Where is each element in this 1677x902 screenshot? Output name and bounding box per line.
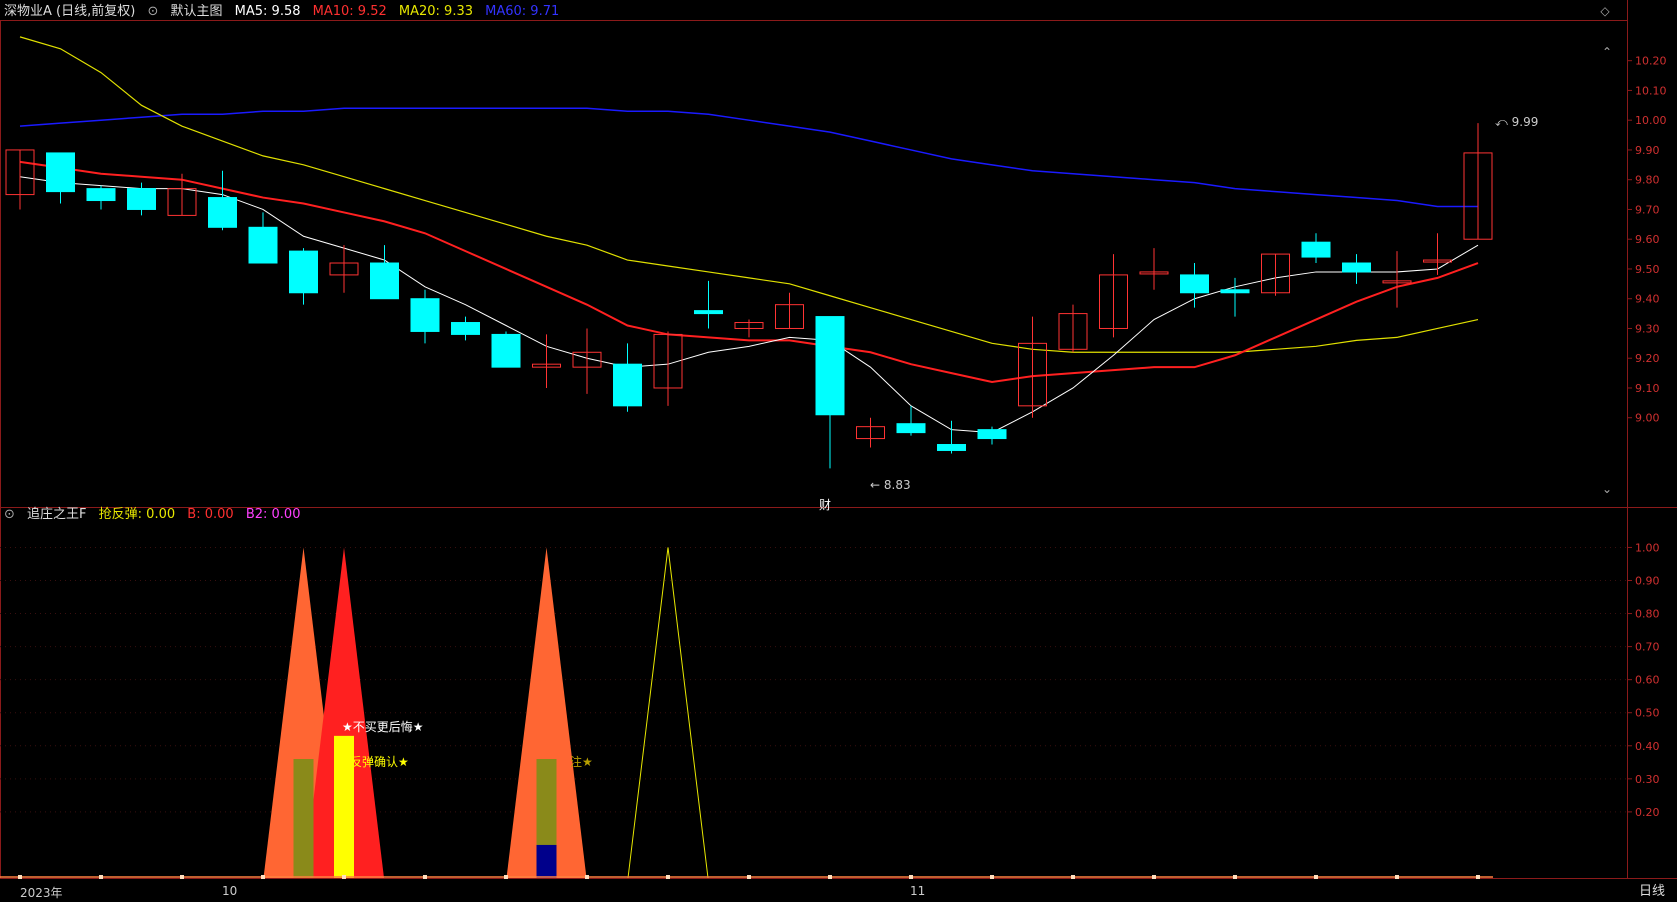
dropdown-icon-2[interactable]: ⊙ <box>4 507 15 522</box>
candle-body <box>896 423 926 434</box>
diamond-icon[interactable]: ◇ <box>1597 3 1613 19</box>
main-indicator-name[interactable]: 默认主图 <box>171 4 223 19</box>
signal-baseline-dot <box>1152 875 1156 879</box>
candle-body <box>491 333 521 368</box>
candle-body <box>127 188 156 210</box>
price-tick-label: 10.10 <box>1635 84 1667 97</box>
candle-body <box>86 188 116 202</box>
candle-body <box>1220 289 1250 294</box>
finance-mark[interactable]: 财 <box>819 496 831 513</box>
signal-baseline-dot <box>504 875 508 879</box>
ma5-line <box>19 176 1479 434</box>
candle-body <box>451 322 480 335</box>
signal-baseline-dot <box>909 875 913 879</box>
candle-body <box>248 226 278 264</box>
signal-baseline-dot <box>1314 875 1318 879</box>
signal-baseline-dot <box>666 875 670 879</box>
price-tick-label: 10.20 <box>1635 55 1667 68</box>
price-tick-label: 9.90 <box>1635 144 1660 157</box>
price-tick-label: 9.40 <box>1635 293 1660 306</box>
price-tick-label: 9.50 <box>1635 263 1660 276</box>
sub-value-3: B2: 0.00 <box>245 507 301 522</box>
sub-tick-label: 0.70 <box>1635 641 1660 654</box>
price-tick-label: 9.60 <box>1635 233 1660 246</box>
sub-indicator-name[interactable]: 追庄之王F <box>27 507 86 522</box>
signal-baseline-dot <box>423 875 427 879</box>
sub-tick-label: 1.00 <box>1635 541 1660 554</box>
signal-baseline-dot <box>828 875 832 879</box>
collapse-up-icon[interactable]: ⌃ <box>1599 44 1615 60</box>
candle-body <box>46 152 75 193</box>
high-price-marker: ⤺ 9.99 <box>1495 115 1539 129</box>
signal-baseline-dot <box>747 875 751 879</box>
signal-baseline-dot <box>585 875 589 879</box>
signal-baseline-dot <box>99 875 103 879</box>
candle-body <box>613 363 642 407</box>
stock-title[interactable]: 深物业A (日线,前复权) <box>4 4 135 19</box>
price-tick-label: 10.00 <box>1635 114 1667 127</box>
period-button[interactable]: 日线 <box>1627 882 1677 902</box>
signal-baseline-dot <box>1233 875 1237 879</box>
sub-value-1: 抢反弹: 0.00 <box>98 507 176 522</box>
signal-tip-third: 注★ <box>570 755 593 769</box>
candle-body <box>410 298 440 332</box>
candle-body <box>208 197 237 228</box>
candle-body <box>1180 274 1209 294</box>
date-label-year: 2023年 <box>20 886 63 900</box>
signal-baseline-dot <box>261 875 265 879</box>
sub-tick-label: 0.60 <box>1635 674 1660 687</box>
ma60-value: MA60: 9.71 <box>485 4 560 19</box>
ma20-value: MA20: 9.33 <box>398 4 473 19</box>
signal-baseline-dot <box>180 875 184 879</box>
candle-body <box>1342 262 1371 273</box>
sub-tick-label: 0.80 <box>1635 608 1660 621</box>
candle-body <box>370 262 399 300</box>
candle-body <box>815 316 845 416</box>
price-tick-label: 9.30 <box>1635 322 1660 335</box>
price-tick-label: 9.80 <box>1635 174 1660 187</box>
date-label-nov: 11 <box>910 884 926 898</box>
kline-chart[interactable]: 10.20 10.10 10.00 9.90 9.80 9.70 9.60 9.50 9.40 9… <box>0 0 1677 902</box>
signal-baseline-dot <box>342 875 346 879</box>
low-price-marker: ← 8.83 <box>870 478 911 492</box>
signal-baseline-dot <box>18 875 22 879</box>
price-tick-label: 9.20 <box>1635 352 1660 365</box>
sub-tick-label: 0.50 <box>1635 707 1660 720</box>
ma10-line <box>19 160 1479 384</box>
candle-body <box>289 250 318 294</box>
sub-value-2: B: 0.00 <box>187 507 234 522</box>
price-tick-label: 9.00 <box>1635 412 1660 425</box>
candle-body <box>1301 241 1331 258</box>
candle-body <box>694 310 723 315</box>
signal-baseline-dot <box>1071 875 1075 879</box>
candle-body <box>937 444 966 451</box>
signal-baseline-dot <box>1476 875 1480 879</box>
price-tick-label: 9.10 <box>1635 382 1660 395</box>
signal-baseline-dot <box>990 875 994 879</box>
signal-bar-navy <box>536 844 557 878</box>
ma5-value: MA5: 9.58 <box>234 4 301 19</box>
sub-chart-header: ⊙ 追庄之王F 抢反弹: 0.00 B: 0.00 B2: 0.00 <box>4 505 308 525</box>
price-tick-label: 9.70 <box>1635 203 1660 216</box>
signal-baseline-dot <box>1395 875 1399 879</box>
ma10-value: MA10: 9.52 <box>312 4 387 19</box>
dropdown-icon[interactable]: ⊙ <box>147 4 158 19</box>
sub-tick-label: 0.90 <box>1635 575 1660 588</box>
sub-tick-label: 0.30 <box>1635 773 1660 786</box>
sub-tick-label: 0.20 <box>1635 806 1660 819</box>
signal-bar-olive <box>293 759 314 878</box>
signal-tip-buy: ★不买更后悔★ <box>342 720 424 734</box>
sub-tick-label: 0.40 <box>1635 740 1660 753</box>
ma20-line <box>19 36 1479 353</box>
date-label-oct: 10 <box>222 884 238 898</box>
main-chart-header: 深物业A (日线,前复权) ⊙ 默认主图 MA5: 9.58 MA10: 9.5… <box>4 2 567 22</box>
candle-body <box>977 429 1007 440</box>
signal-tip-rebound: 反弹确认★ <box>350 755 409 769</box>
